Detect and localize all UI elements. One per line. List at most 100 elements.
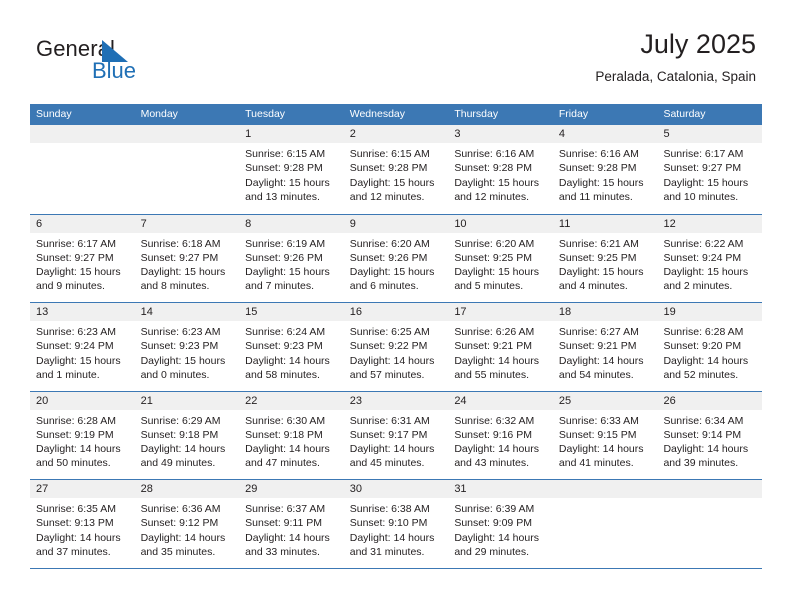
day-number: 1 xyxy=(245,128,252,140)
day-cell-23[interactable]: 23 Sunrise: 6:31 AM Sunset: 9:17 PM Dayligh… xyxy=(343,391,449,480)
day-detail-line: Daylight: 14 hours xyxy=(245,354,330,367)
day-details: Sunrise: 6:28 AM Sunset: 9:19 PM Daylight:… xyxy=(30,410,135,471)
day-detail-line: Sunrise: 6:17 AM xyxy=(663,148,744,160)
day-cell-1[interactable]: 1 Sunrise: 6:15 AM Sunset: 9:28 PM Daylight… xyxy=(239,125,344,214)
day-detail-line: Sunset: 9:28 PM xyxy=(349,162,428,175)
day-detail-line: and 12 minutes. xyxy=(349,190,425,203)
day-detail-line: Sunset: 9:28 PM xyxy=(558,162,637,175)
day-detail-line: Sunset: 9:25 PM xyxy=(454,251,532,264)
day-detail-line: and 4 minutes. xyxy=(558,280,628,293)
day-detail-line: and 50 minutes. xyxy=(36,457,111,470)
day-detail-line: Daylight: 15 hours xyxy=(558,176,644,189)
day-detail-line: Daylight: 14 hours xyxy=(454,354,539,367)
day-number: 29 xyxy=(245,483,258,495)
day-number: 2 xyxy=(349,128,356,140)
weekday-header-tuesday: Tuesday xyxy=(245,108,286,120)
day-details: Sunrise: 6:16 AM Sunset: 9:28 PM Daylight:… xyxy=(448,143,553,204)
day-number-band: 31 xyxy=(448,480,553,498)
day-details: Sunrise: 6:28 AM Sunset: 9:20 PM Daylight:… xyxy=(657,321,762,382)
page-title: July 2025 xyxy=(640,29,756,59)
day-detail-line: Sunrise: 6:16 AM xyxy=(558,148,639,160)
day-cell-30[interactable]: 30 Sunrise: 6:38 AM Sunset: 9:10 PM Dayligh… xyxy=(343,480,449,568)
day-number: 13 xyxy=(36,306,49,318)
day-cell-25[interactable]: 25 Sunrise: 6:33 AM Sunset: 9:15 PM Dayligh… xyxy=(552,391,658,480)
day-cell-29[interactable]: 29 Sunrise: 6:37 AM Sunset: 9:11 PM Dayligh… xyxy=(239,480,344,568)
day-details: Sunrise: 6:29 AM Sunset: 9:18 PM Daylight:… xyxy=(135,410,240,471)
day-cell-3[interactable]: 3 Sunrise: 6:16 AM Sunset: 9:28 PM Daylight… xyxy=(448,125,553,214)
day-cell-15[interactable]: 15 Sunrise: 6:24 AM Sunset: 9:23 PM Dayligh… xyxy=(239,303,344,391)
day-cell-11[interactable]: 11 Sunrise: 6:21 AM Sunset: 9:25 PM Dayligh… xyxy=(552,214,658,303)
day-number-band xyxy=(30,125,135,143)
day-number-band xyxy=(657,480,763,498)
day-cell-21[interactable]: 21 Sunrise: 6:29 AM Sunset: 9:18 PM Dayligh… xyxy=(134,391,240,480)
day-cell-9[interactable]: 9 Sunrise: 6:20 AM Sunset: 9:26 PM Daylight… xyxy=(343,214,449,303)
day-number-band: 29 xyxy=(239,480,344,498)
general-blue-logo[interactable]: General Blue xyxy=(36,36,166,86)
day-number: 8 xyxy=(245,217,252,230)
day-details: Sunrise: 6:36 AM Sunset: 9:12 PM Daylight:… xyxy=(135,498,240,559)
day-detail-line: Sunrise: 6:15 AM xyxy=(349,148,430,160)
day-cell-5[interactable]: 5 Sunrise: 6:17 AM Sunset: 9:27 PM Daylight… xyxy=(657,125,763,214)
day-number-band: 13 xyxy=(30,303,135,321)
page-header: General Blue July 2025 Peralada, Catalon… xyxy=(0,0,792,100)
day-cell-24[interactable]: 24 Sunrise: 6:32 AM Sunset: 9:16 PM Dayligh… xyxy=(448,391,553,480)
day-number-band: 2 xyxy=(343,125,449,143)
day-details: Sunrise: 6:38 AM Sunset: 9:10 PM Daylight:… xyxy=(344,498,449,559)
day-cell-8[interactable]: 8 Sunrise: 6:19 AM Sunset: 9:26 PM Daylight… xyxy=(239,214,344,303)
day-cell-31[interactable]: 31 Sunrise: 6:39 AM Sunset: 9:09 PM Dayligh… xyxy=(448,480,553,568)
day-cell-empty xyxy=(552,480,658,568)
day-detail-line: and 41 minutes. xyxy=(558,457,634,470)
day-cell-12[interactable]: 12 Sunrise: 6:22 AM Sunset: 9:24 PM Dayligh… xyxy=(657,214,763,303)
day-number: 12 xyxy=(663,217,676,230)
day-detail-line: Sunrise: 6:20 AM xyxy=(454,237,535,250)
day-cell-17[interactable]: 17 Sunrise: 6:26 AM Sunset: 9:21 PM Dayligh… xyxy=(448,303,553,391)
day-cell-26[interactable]: 26 Sunrise: 6:34 AM Sunset: 9:14 PM Dayligh… xyxy=(657,391,763,480)
calendar-week-row: 1 Sunrise: 6:15 AM Sunset: 9:28 PM Daylight… xyxy=(30,125,763,214)
day-number-band: 28 xyxy=(134,480,240,498)
day-number-band: 17 xyxy=(448,303,553,321)
day-number-band: 23 xyxy=(343,391,449,410)
day-details: Sunrise: 6:33 AM Sunset: 9:15 PM Daylight:… xyxy=(553,410,658,471)
day-detail-line: Sunset: 9:17 PM xyxy=(349,428,428,441)
day-detail-line: Sunrise: 6:25 AM xyxy=(349,326,430,338)
day-detail-line: Daylight: 14 hours xyxy=(140,531,226,544)
day-details xyxy=(135,143,240,147)
weekday-header-saturday: Saturday xyxy=(663,108,706,120)
day-detail-line: Sunrise: 6:38 AM xyxy=(349,503,430,515)
day-number-band: 20 xyxy=(30,391,135,410)
day-detail-line: Sunrise: 6:18 AM xyxy=(140,237,221,250)
day-cell-18[interactable]: 18 Sunrise: 6:27 AM Sunset: 9:21 PM Dayligh… xyxy=(552,303,658,391)
day-cell-19[interactable]: 19 Sunrise: 6:28 AM Sunset: 9:20 PM Dayligh… xyxy=(657,303,763,391)
day-details: Sunrise: 6:26 AM Sunset: 9:21 PM Daylight:… xyxy=(448,321,553,382)
day-cell-10[interactable]: 10 Sunrise: 6:20 AM Sunset: 9:25 PM Dayligh… xyxy=(448,214,553,303)
day-detail-line: Sunrise: 6:23 AM xyxy=(140,326,221,338)
day-detail-line: Daylight: 15 hours xyxy=(245,266,330,279)
day-number-band: 9 xyxy=(343,214,449,233)
day-cell-27[interactable]: 27 Sunrise: 6:35 AM Sunset: 9:13 PM Dayligh… xyxy=(30,480,135,568)
day-detail-line: Sunset: 9:23 PM xyxy=(140,340,219,353)
day-detail-line: Daylight: 14 hours xyxy=(245,443,330,456)
day-cell-13[interactable]: 13 Sunrise: 6:23 AM Sunset: 9:24 PM Dayligh… xyxy=(30,303,135,391)
calendar-week-row: 13 Sunrise: 6:23 AM Sunset: 9:24 PM Dayligh… xyxy=(30,302,763,391)
day-cell-2[interactable]: 2 Sunrise: 6:15 AM Sunset: 9:28 PM Daylight… xyxy=(343,125,449,214)
title-block: July 2025 Peralada, Catalonia, Spain xyxy=(595,28,756,86)
calendar-weeks: 1 Sunrise: 6:15 AM Sunset: 9:28 PM Daylight… xyxy=(30,125,763,568)
day-number-band: 24 xyxy=(448,391,553,410)
day-cell-14[interactable]: 14 Sunrise: 6:23 AM Sunset: 9:23 PM Dayligh… xyxy=(134,303,240,391)
day-number-band: 27 xyxy=(30,480,135,498)
day-number-band: 10 xyxy=(448,214,553,233)
day-cell-empty xyxy=(30,125,135,214)
day-detail-line: Daylight: 15 hours xyxy=(140,354,226,367)
day-detail-line: Daylight: 14 hours xyxy=(349,354,435,367)
day-detail-line: Sunrise: 6:31 AM xyxy=(349,414,430,427)
day-cell-4[interactable]: 4 Sunrise: 6:16 AM Sunset: 9:28 PM Daylight… xyxy=(552,125,658,214)
day-number-band: 8 xyxy=(239,214,344,233)
day-cell-20[interactable]: 20 Sunrise: 6:28 AM Sunset: 9:19 PM Dayligh… xyxy=(30,391,135,480)
day-cell-22[interactable]: 22 Sunrise: 6:30 AM Sunset: 9:18 PM Dayligh… xyxy=(239,391,344,480)
day-details: Sunrise: 6:22 AM Sunset: 9:24 PM Daylight:… xyxy=(657,233,762,294)
day-cell-6[interactable]: 6 Sunrise: 6:17 AM Sunset: 9:27 PM Daylight… xyxy=(30,214,135,303)
day-detail-line: Sunset: 9:25 PM xyxy=(558,251,637,264)
day-cell-28[interactable]: 28 Sunrise: 6:36 AM Sunset: 9:12 PM Dayligh… xyxy=(134,480,240,568)
day-cell-16[interactable]: 16 Sunrise: 6:25 AM Sunset: 9:22 PM Dayligh… xyxy=(343,303,449,391)
day-cell-7[interactable]: 7 Sunrise: 6:18 AM Sunset: 9:27 PM Daylight… xyxy=(134,214,240,303)
